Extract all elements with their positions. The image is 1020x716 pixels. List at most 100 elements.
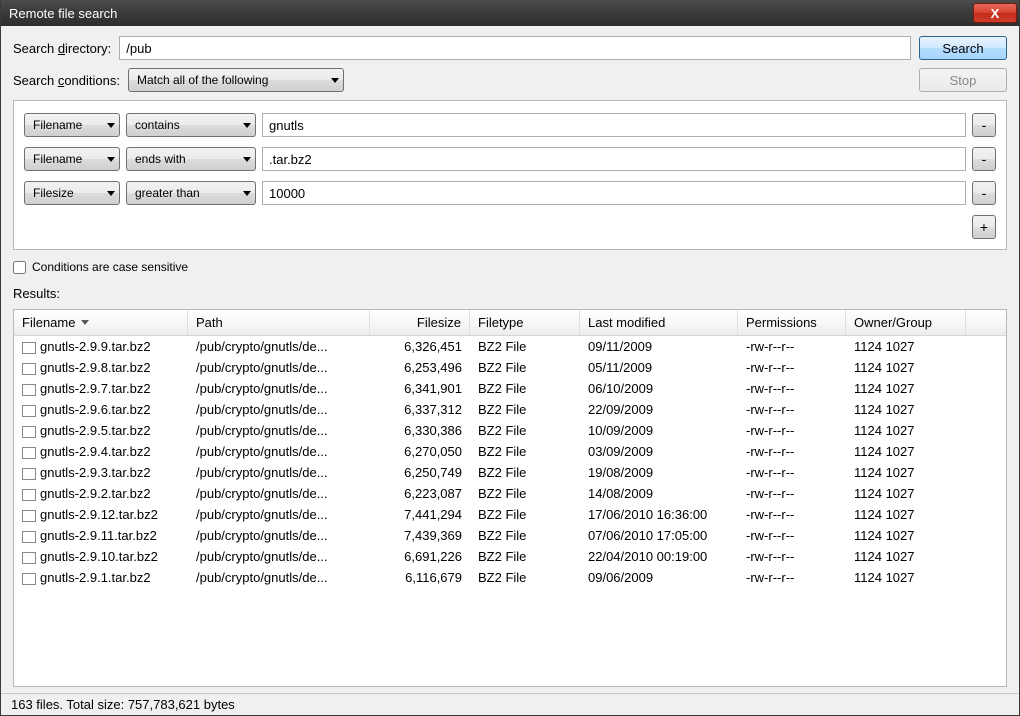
titlebar: Remote file search X: [1, 0, 1019, 26]
table-row[interactable]: gnutls-2.9.2.tar.bz2/pub/crypto/gnutls/d…: [14, 483, 1006, 504]
cell-permissions: -rw-r--r--: [738, 507, 846, 522]
cell-owner: 1124 1027: [846, 570, 966, 585]
search-directory-row: Search directory: Search: [13, 36, 1007, 60]
condition-field-dropdown[interactable]: Filename: [24, 113, 120, 137]
cell-filetype: BZ2 File: [470, 423, 580, 438]
cell-path: /pub/crypto/gnutls/de...: [188, 549, 370, 564]
cell-modified: 09/06/2009: [580, 570, 738, 585]
table-row[interactable]: gnutls-2.9.3.tar.bz2/pub/crypto/gnutls/d…: [14, 462, 1006, 483]
chevron-down-icon: [107, 157, 115, 162]
column-filename[interactable]: Filename: [14, 310, 188, 335]
table-row[interactable]: gnutls-2.9.4.tar.bz2/pub/crypto/gnutls/d…: [14, 441, 1006, 462]
file-icon: [22, 363, 36, 375]
cell-permissions: -rw-r--r--: [738, 570, 846, 585]
chevron-down-icon: [243, 157, 251, 162]
search-directory-input[interactable]: [119, 36, 911, 60]
condition-field-dropdown[interactable]: Filename: [24, 147, 120, 171]
table-row[interactable]: gnutls-2.9.5.tar.bz2/pub/crypto/gnutls/d…: [14, 420, 1006, 441]
cell-owner: 1124 1027: [846, 549, 966, 564]
chevron-down-icon: [243, 191, 251, 196]
cell-path: /pub/crypto/gnutls/de...: [188, 507, 370, 522]
cell-path: /pub/crypto/gnutls/de...: [188, 423, 370, 438]
cell-permissions: -rw-r--r--: [738, 549, 846, 564]
remove-condition-button[interactable]: -: [972, 147, 996, 171]
cell-permissions: -rw-r--r--: [738, 528, 846, 543]
cell-modified: 03/09/2009: [580, 444, 738, 459]
chevron-down-icon: [243, 123, 251, 128]
file-icon: [22, 426, 36, 438]
cell-permissions: -rw-r--r--: [738, 381, 846, 396]
cell-filename: gnutls-2.9.7.tar.bz2: [14, 381, 188, 396]
condition-field-dropdown[interactable]: Filesize: [24, 181, 120, 205]
results-header: Filename Path Filesize Filetype Last mod…: [14, 310, 1006, 336]
cell-filesize: 7,441,294: [370, 507, 470, 522]
cell-permissions: -rw-r--r--: [738, 486, 846, 501]
column-owner-group[interactable]: Owner/Group: [846, 310, 966, 335]
conditions-box: Filenamecontains - Filenameends with - Files…: [13, 100, 1007, 250]
table-row[interactable]: gnutls-2.9.9.tar.bz2/pub/crypto/gnutls/d…: [14, 336, 1006, 357]
cell-filename: gnutls-2.9.11.tar.bz2: [14, 528, 188, 543]
cell-filetype: BZ2 File: [470, 360, 580, 375]
results-body[interactable]: gnutls-2.9.9.tar.bz2/pub/crypto/gnutls/d…: [14, 336, 1006, 686]
cell-filename: gnutls-2.9.10.tar.bz2: [14, 549, 188, 564]
cell-owner: 1124 1027: [846, 381, 966, 396]
cell-modified: 05/11/2009: [580, 360, 738, 375]
status-bar: 163 files. Total size: 757,783,621 bytes: [1, 693, 1019, 715]
table-row[interactable]: gnutls-2.9.1.tar.bz2/pub/crypto/gnutls/d…: [14, 567, 1006, 588]
cell-filename: gnutls-2.9.5.tar.bz2: [14, 423, 188, 438]
close-icon: X: [991, 6, 1000, 21]
file-icon: [22, 531, 36, 543]
content-area: Search directory: Search Search conditio…: [1, 26, 1019, 693]
cell-filename: gnutls-2.9.2.tar.bz2: [14, 486, 188, 501]
cell-owner: 1124 1027: [846, 423, 966, 438]
add-condition-button[interactable]: +: [972, 215, 996, 239]
condition-row: Filenameends with -: [24, 147, 996, 171]
column-permissions[interactable]: Permissions: [738, 310, 846, 335]
match-mode-text: Match all of the following: [137, 73, 325, 87]
cell-owner: 1124 1027: [846, 402, 966, 417]
results-label: Results:: [13, 284, 1007, 301]
case-sensitive-checkbox[interactable]: [13, 261, 26, 274]
column-filesize[interactable]: Filesize: [370, 310, 470, 335]
remove-condition-button[interactable]: -: [972, 113, 996, 137]
search-button[interactable]: Search: [919, 36, 1007, 60]
cell-owner: 1124 1027: [846, 507, 966, 522]
remove-condition-button[interactable]: -: [972, 181, 996, 205]
column-path[interactable]: Path: [188, 310, 370, 335]
cell-permissions: -rw-r--r--: [738, 402, 846, 417]
column-last-modified[interactable]: Last modified: [580, 310, 738, 335]
cell-filesize: 6,337,312: [370, 402, 470, 417]
condition-operator-dropdown[interactable]: greater than: [126, 181, 256, 205]
condition-operator-dropdown[interactable]: ends with: [126, 147, 256, 171]
cell-path: /pub/crypto/gnutls/de...: [188, 528, 370, 543]
condition-value-input[interactable]: [262, 181, 966, 205]
table-row[interactable]: gnutls-2.9.6.tar.bz2/pub/crypto/gnutls/d…: [14, 399, 1006, 420]
stop-button[interactable]: Stop: [919, 68, 1007, 92]
condition-value-input[interactable]: [262, 147, 966, 171]
cell-filesize: 6,223,087: [370, 486, 470, 501]
chevron-down-icon: [107, 191, 115, 196]
cell-filesize: 6,116,679: [370, 570, 470, 585]
table-row[interactable]: gnutls-2.9.7.tar.bz2/pub/crypto/gnutls/d…: [14, 378, 1006, 399]
file-icon: [22, 573, 36, 585]
column-filetype[interactable]: Filetype: [470, 310, 580, 335]
file-icon: [22, 489, 36, 501]
file-icon: [22, 384, 36, 396]
cell-modified: 06/10/2009: [580, 381, 738, 396]
cell-filesize: 6,341,901: [370, 381, 470, 396]
results-grid: Filename Path Filesize Filetype Last mod…: [13, 309, 1007, 687]
table-row[interactable]: gnutls-2.9.12.tar.bz2/pub/crypto/gnutls/…: [14, 504, 1006, 525]
match-mode-dropdown[interactable]: Match all of the following: [128, 68, 344, 92]
cell-filetype: BZ2 File: [470, 549, 580, 564]
cell-filetype: BZ2 File: [470, 402, 580, 417]
cell-modified: 22/09/2009: [580, 402, 738, 417]
cell-filename: gnutls-2.9.4.tar.bz2: [14, 444, 188, 459]
cell-owner: 1124 1027: [846, 528, 966, 543]
cell-filetype: BZ2 File: [470, 570, 580, 585]
table-row[interactable]: gnutls-2.9.11.tar.bz2/pub/crypto/gnutls/…: [14, 525, 1006, 546]
close-button[interactable]: X: [973, 3, 1017, 23]
table-row[interactable]: gnutls-2.9.10.tar.bz2/pub/crypto/gnutls/…: [14, 546, 1006, 567]
condition-operator-dropdown[interactable]: contains: [126, 113, 256, 137]
table-row[interactable]: gnutls-2.9.8.tar.bz2/pub/crypto/gnutls/d…: [14, 357, 1006, 378]
condition-value-input[interactable]: [262, 113, 966, 137]
